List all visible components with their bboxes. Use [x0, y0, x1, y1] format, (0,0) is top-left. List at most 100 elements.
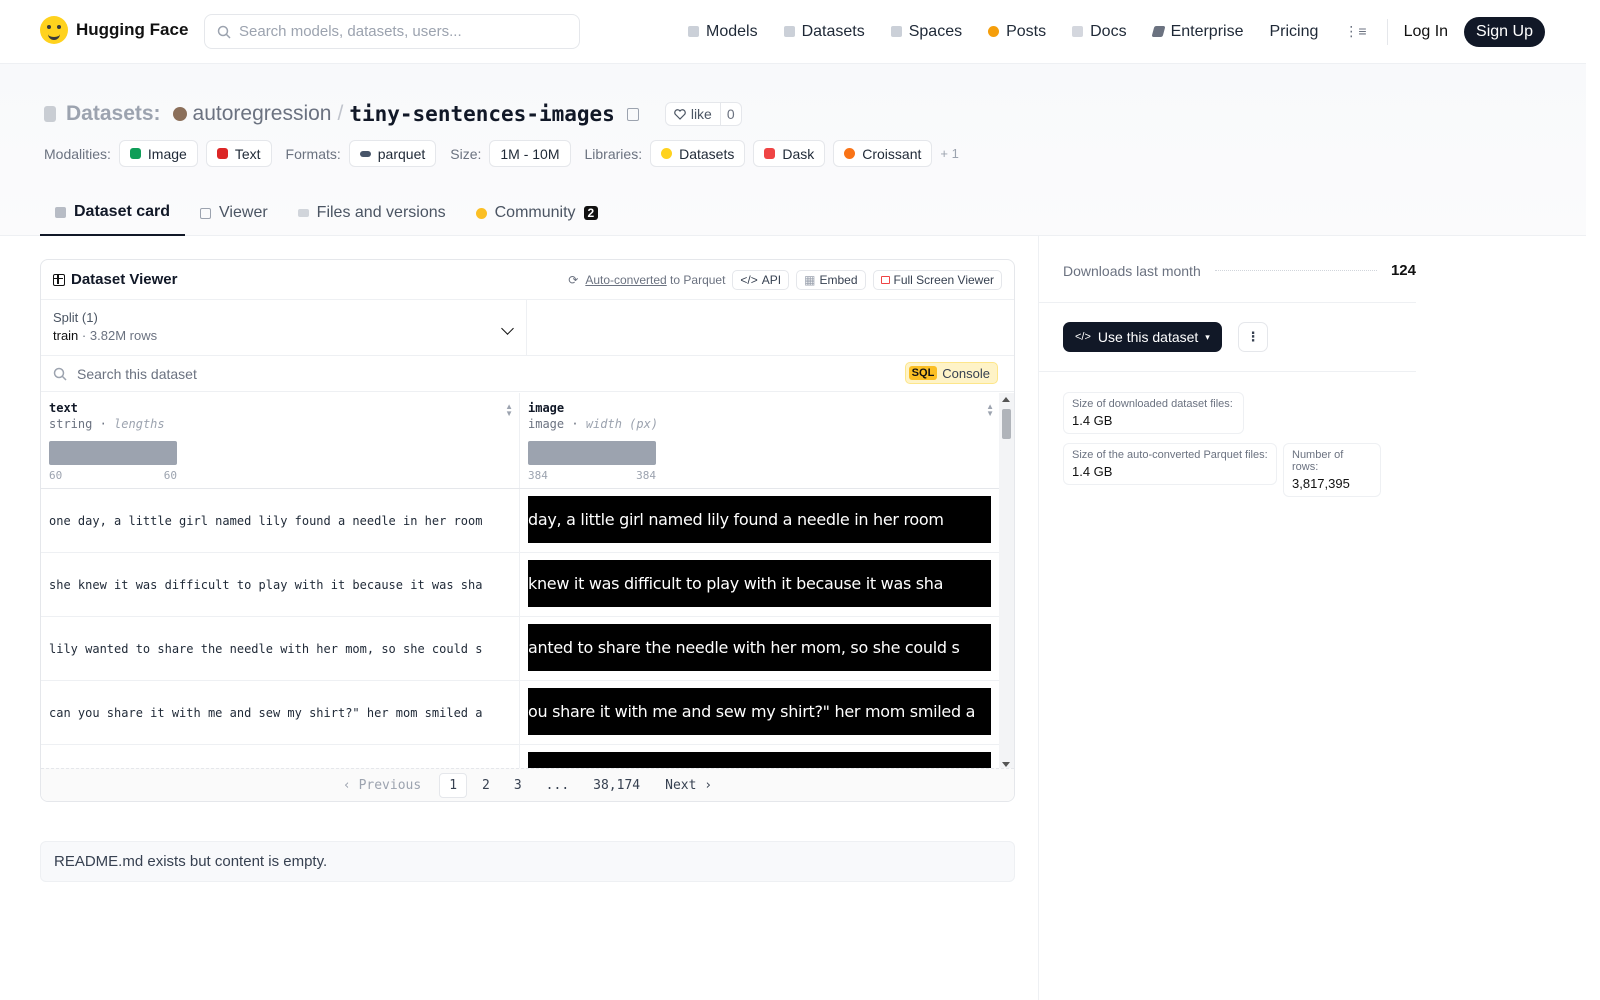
table-row[interactable]: lily wanted to share the needle with her…	[41, 617, 1000, 681]
formats-label: Formats:	[285, 145, 341, 162]
pagination: ‹ Previous 1 2 3 ... 38,174 Next ›	[41, 768, 1014, 801]
files-icon	[297, 209, 309, 217]
datasets-prefix[interactable]: Datasets:	[66, 102, 161, 126]
image-cell[interactable]: anted to share the needle with her mom, …	[528, 624, 991, 671]
tab-files[interactable]: Files and versions	[283, 190, 461, 236]
table-row[interactable]: can you share it with me and sew my shir…	[41, 681, 1000, 745]
nav-pricing[interactable]: Pricing	[1269, 23, 1318, 41]
tag-croissant[interactable]: Croissant	[833, 140, 933, 167]
previous-label: Previous	[358, 778, 422, 793]
page-1[interactable]: 1	[439, 773, 468, 798]
histogram-bar[interactable]	[528, 441, 656, 465]
copy-icon[interactable]	[626, 107, 639, 121]
tab-dataset-card-label: Dataset card	[74, 203, 171, 220]
tag-dask-label: Dask	[782, 145, 815, 162]
split-selector-row: Split (1) train · 3.82M rows	[41, 300, 1014, 356]
divider	[1039, 302, 1416, 303]
embed-button[interactable]: ▦ Embed	[796, 269, 866, 290]
fullscreen-viewer-button[interactable]: Full Screen Viewer	[872, 269, 1002, 290]
tab-viewer[interactable]: Viewer	[185, 190, 283, 236]
nav-models[interactable]: Models	[688, 23, 758, 41]
text-cell[interactable]: she knew it was difficult to play with i…	[41, 553, 520, 616]
split-rows: 3.82M rows	[89, 328, 158, 343]
tag-size[interactable]: 1M - 10M	[489, 140, 571, 167]
tab-dataset-card[interactable]: Dataset card	[40, 190, 186, 236]
image-cell[interactable]: ou share it with me and sew my shirt?" h…	[528, 688, 991, 735]
split-selector[interactable]: Split (1) train · 3.82M rows	[41, 300, 527, 355]
scroll-up-icon[interactable]	[1002, 397, 1010, 402]
image-cell[interactable]: day, a little girl named lily found a ne…	[528, 496, 991, 543]
brand-logo[interactable]: Hugging Face	[40, 16, 188, 44]
histogram-bar[interactable]	[49, 441, 177, 465]
owner-link[interactable]: autoregression	[193, 102, 332, 126]
nav-spaces-label: Spaces	[908, 22, 963, 40]
sort-icon[interactable]: ▲ ▼	[986, 403, 994, 418]
nav-posts[interactable]: Posts	[988, 23, 1046, 41]
global-search-input[interactable]	[239, 23, 559, 40]
more-options-icon[interactable]: ⋮	[1238, 322, 1268, 352]
api-button[interactable]: </> API	[732, 269, 790, 290]
dataset-name[interactable]: tiny-sentences-images	[349, 102, 615, 126]
column-min: 60	[49, 469, 63, 482]
tab-community[interactable]: Community 2	[461, 190, 614, 236]
nav-spaces[interactable]: Spaces	[890, 22, 963, 41]
nav-enterprise[interactable]: Enterprise	[1151, 23, 1243, 41]
embed-button-label: Embed	[819, 272, 858, 287]
size-label: Size:	[450, 145, 482, 162]
tag-image[interactable]: Image	[118, 140, 198, 167]
scroll-thumb[interactable]	[1002, 409, 1011, 439]
use-this-dataset-button[interactable]: </> Use this dataset ▾	[1063, 322, 1222, 352]
tag-croissant-label: Croissant	[862, 145, 922, 162]
previous-page-button[interactable]: ‹ Previous	[343, 778, 421, 793]
api-button-label: API	[761, 272, 782, 287]
community-count-badge: 2	[583, 206, 599, 220]
nav-datasets-label: Datasets	[801, 22, 865, 40]
global-search[interactable]	[204, 14, 580, 49]
sql-console-button[interactable]: SQL Console	[904, 362, 998, 384]
sort-icon[interactable]: ▲ ▼	[505, 403, 513, 418]
sql-console-label: Console	[942, 365, 990, 381]
more-menu-icon[interactable]: ⋮≡	[1344, 23, 1366, 40]
tag-text[interactable]: Text	[205, 140, 272, 167]
table-row[interactable]: one day, a little girl named lily found …	[41, 489, 1000, 553]
column-header-image[interactable]: image image · width (px) 384 384 ▲ ▼	[520, 393, 1000, 488]
downloads-sparkline	[1214, 270, 1377, 271]
text-cell[interactable]: one day, a little girl named lily found …	[41, 489, 520, 552]
download-size-stat: Size of downloaded dataset files: 1.4 GB	[1063, 392, 1244, 434]
code-icon: </>	[740, 272, 758, 287]
login-link[interactable]: Log In	[1404, 23, 1448, 41]
column-header-text[interactable]: text string · lengths 60 60 ▲ ▼	[41, 393, 520, 488]
text-icon	[216, 148, 228, 159]
libraries-more[interactable]: + 1	[940, 146, 958, 161]
tag-parquet[interactable]: parquet	[348, 140, 437, 167]
page-last[interactable]: 38,174	[584, 774, 649, 797]
nav-pricing-label: Pricing	[1269, 22, 1319, 40]
tag-dask[interactable]: Dask	[753, 140, 826, 167]
posts-bubble-icon	[988, 26, 1000, 37]
rows-label: Number of rows:	[1292, 449, 1344, 473]
dataset-search-input[interactable]	[77, 365, 777, 382]
download-size-label: Size of downloaded dataset files:	[1072, 398, 1233, 410]
image-cell[interactable]: knew it was difficult to play with it be…	[528, 560, 991, 607]
text-cell[interactable]: can you share it with me and sew my shir…	[41, 681, 520, 744]
owner-avatar[interactable]	[172, 107, 187, 121]
nav-docs-label: Docs	[1090, 22, 1127, 40]
page-3[interactable]: 3	[505, 774, 531, 797]
table-scrollbar[interactable]	[999, 393, 1014, 771]
signup-button[interactable]: Sign Up	[1464, 16, 1545, 47]
text-cell[interactable]: lily wanted to share the needle with her…	[41, 617, 520, 680]
next-page-button[interactable]: Next ›	[665, 778, 712, 793]
scroll-down-icon[interactable]	[1002, 762, 1010, 767]
to-parquet-label: to Parquet	[670, 272, 726, 287]
auto-converted-link[interactable]: Auto-converted	[585, 273, 666, 287]
tag-datasets-lib[interactable]: Datasets	[650, 140, 746, 167]
table-row[interactable]: she knew it was difficult to play with i…	[41, 553, 1000, 617]
nav-docs[interactable]: Docs	[1072, 22, 1127, 41]
dataset-viewer: Dataset Viewer ⟳ Auto-converted to Parqu…	[40, 259, 1015, 802]
like-button[interactable]: like 0	[664, 102, 742, 126]
refresh-icon: ⟳	[568, 272, 579, 287]
image-icon	[129, 148, 141, 159]
page-2[interactable]: 2	[473, 774, 499, 797]
nav-posts-label: Posts	[1006, 22, 1047, 40]
nav-datasets[interactable]: Datasets	[783, 22, 865, 41]
